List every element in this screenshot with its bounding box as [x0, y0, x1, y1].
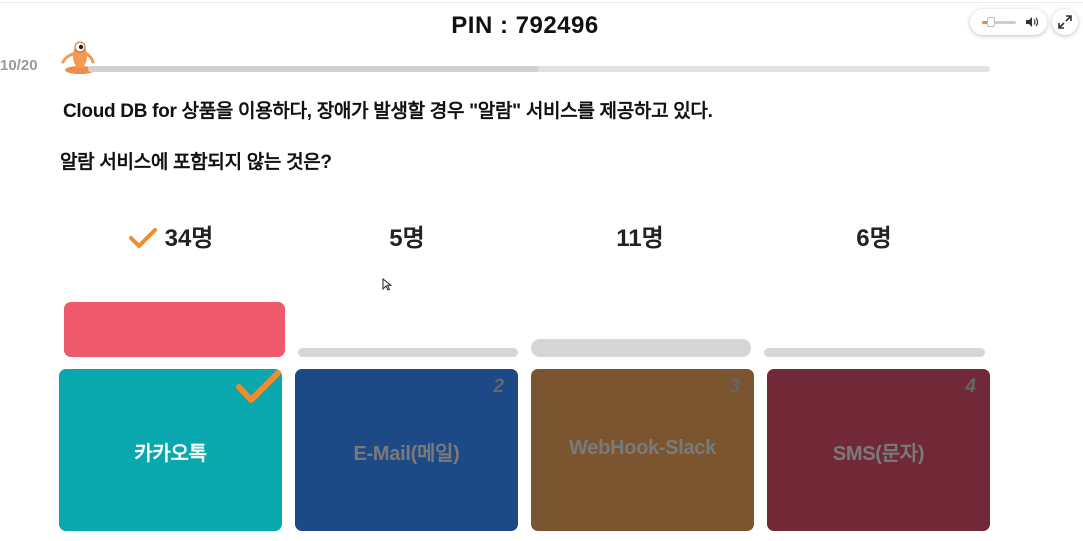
answer-label: WebHook-Slack [569, 437, 716, 459]
answer-option-3[interactable]: 3 WebHook-Slack [531, 369, 754, 531]
result-count-3: 11명 [560, 218, 720, 253]
question-line-2: 알람 서비스에 포함되지 않는 것은? [60, 152, 332, 173]
progress-bar [88, 66, 990, 72]
volume-slider-handle[interactable] [987, 17, 995, 27]
volume-control[interactable] [970, 9, 1047, 35]
answer-number: 3 [729, 376, 740, 397]
answer-label: SMS(문자) [832, 443, 925, 465]
question-counter: 10/20 [0, 57, 38, 74]
answer-number: 2 [493, 376, 504, 397]
question-line-1: Cloud DB for 상품을 이용하다, 장애가 발생할 경우 "알람" 서… [63, 101, 713, 122]
result-count-label: 11명 [616, 225, 664, 252]
result-bar-3 [531, 339, 751, 357]
expand-icon [1058, 15, 1072, 29]
pin-title: PIN : 792496 [451, 12, 599, 39]
result-bar-1 [64, 302, 285, 357]
answer-option-4[interactable]: 4 SMS(문자) [767, 369, 990, 531]
result-count-label: 5명 [389, 225, 425, 252]
result-count-2: 5명 [327, 218, 487, 253]
checkmark-icon [128, 228, 157, 248]
answer-label: 카카오톡 [134, 443, 207, 465]
answer-label: E-Mail(메일) [353, 443, 460, 465]
top-divider [0, 2, 1083, 3]
result-count-label: 34명 [164, 225, 214, 252]
progress-fill [88, 66, 539, 72]
result-bar-4 [764, 348, 985, 357]
speaker-icon[interactable] [1025, 15, 1039, 29]
correct-checkmark-icon [236, 370, 281, 403]
result-count-4: 6명 [794, 218, 954, 253]
answer-option-2[interactable]: 2 E-Mail(메일) [295, 369, 518, 531]
answer-option-1[interactable]: 카카오톡 [59, 369, 282, 531]
fullscreen-button[interactable] [1052, 9, 1078, 35]
result-count-label: 6명 [856, 225, 892, 252]
mouse-cursor-icon [382, 278, 392, 291]
answer-number: 4 [965, 376, 976, 397]
result-bar-2 [298, 348, 518, 357]
result-count-1: 34명 [91, 218, 251, 253]
